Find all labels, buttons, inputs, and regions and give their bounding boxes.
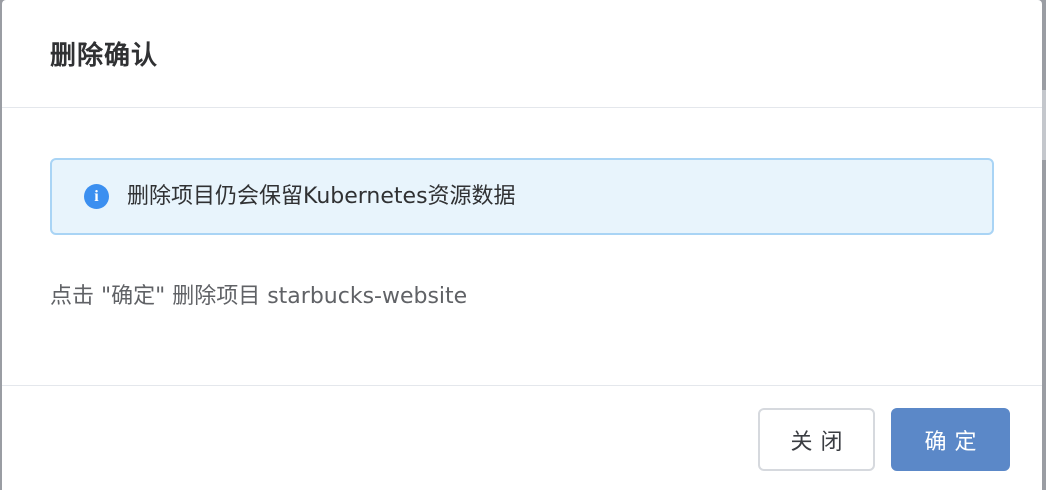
delete-confirm-dialog: 删除确认 i 删除项目仍会保留Kubernetes资源数据 点击 "确定" 删除… <box>2 0 1042 490</box>
confirm-button[interactable]: 确定 <box>891 408 1010 471</box>
dialog-footer: 关闭 确定 <box>2 386 1042 490</box>
info-icon: i <box>84 184 109 209</box>
dialog-title: 删除确认 <box>50 41 159 71</box>
info-alert: i 删除项目仍会保留Kubernetes资源数据 <box>50 158 994 235</box>
confirm-message: 点击 "确定" 删除项目 starbucks-website <box>50 284 468 309</box>
close-button[interactable]: 关闭 <box>758 408 875 471</box>
alert-message: 删除项目仍会保留Kubernetes资源数据 <box>127 183 516 209</box>
dialog-body: i 删除项目仍会保留Kubernetes资源数据 点击 "确定" 删除项目 st… <box>2 108 1042 386</box>
dialog-header: 删除确认 <box>2 0 1042 108</box>
